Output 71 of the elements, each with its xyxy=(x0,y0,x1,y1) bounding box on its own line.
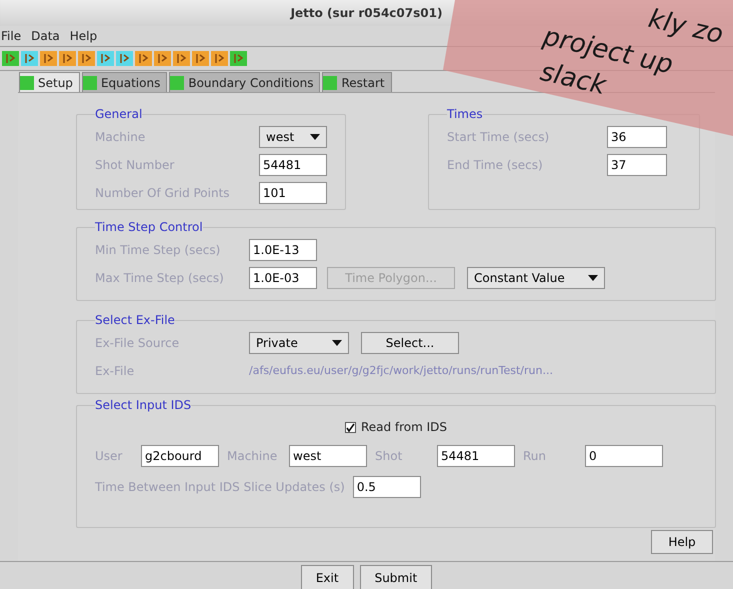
field-label: Shot xyxy=(374,448,404,465)
dropdown[interactable]: west xyxy=(259,126,327,148)
caret-icon xyxy=(588,275,598,281)
field-label: Max Time Step (secs) xyxy=(95,270,225,287)
group-title: Time Step Control xyxy=(95,219,203,236)
tool-icon[interactable] xyxy=(135,51,152,66)
field-label: Run xyxy=(522,448,548,465)
select-button[interactable]: Select... xyxy=(361,332,459,354)
group-title: Select Input IDS xyxy=(95,397,192,414)
checkbox-label: Read from IDS xyxy=(360,419,448,436)
tab-icon xyxy=(82,76,97,90)
field-label: Ex-File Source xyxy=(95,335,180,352)
field-label: Machine xyxy=(226,448,278,465)
tool-icon[interactable] xyxy=(59,51,76,66)
caret-icon xyxy=(310,134,320,140)
group-title: General xyxy=(95,106,142,123)
tool-icon[interactable] xyxy=(154,51,171,66)
text-field[interactable]: g2cbourd xyxy=(141,445,219,467)
text-field[interactable]: 37 xyxy=(607,154,667,176)
text-field[interactable]: 36 xyxy=(607,126,667,148)
text-field[interactable]: 54481 xyxy=(437,445,515,467)
tab-icon xyxy=(170,76,184,90)
help-button[interactable]: Help xyxy=(651,530,713,554)
file-path: /afs/eufus.eu/user/g/g2fjc/work/jetto/runs/runTest/run... xyxy=(249,362,553,379)
menu-item[interactable]: Data xyxy=(31,27,60,45)
tool-icon[interactable] xyxy=(2,51,19,66)
banner-text: kly zo xyxy=(646,6,726,48)
tab-icon xyxy=(20,76,34,90)
group-title: Select Ex-File xyxy=(95,312,175,329)
tool-icon[interactable] xyxy=(173,51,190,66)
tab[interactable]: Boundary Conditions xyxy=(169,72,320,92)
menu-item[interactable]: Help xyxy=(70,27,98,45)
menu-item[interactable]: File xyxy=(1,27,22,45)
field-label: Machine xyxy=(95,129,146,146)
banner-text: slack xyxy=(538,58,608,100)
window-title: Jetto (sur r054c07s01) xyxy=(290,5,442,22)
field-label: Min Time Step (secs) xyxy=(95,242,222,259)
tab[interactable]: Restart xyxy=(322,72,392,92)
tab-icon xyxy=(323,76,338,90)
tool-icon[interactable] xyxy=(116,51,133,66)
dropdown[interactable]: Private xyxy=(249,332,349,354)
field-label: Shot Number xyxy=(95,157,176,174)
group-title: Times xyxy=(447,106,483,123)
field-label: End Time (secs) xyxy=(447,157,544,174)
field-label: Number Of Grid Points xyxy=(95,185,231,202)
tool-icon[interactable] xyxy=(40,51,57,66)
tool-icon[interactable] xyxy=(97,51,114,66)
tool-icon[interactable] xyxy=(78,51,95,66)
tool-icon[interactable] xyxy=(230,51,247,66)
tool-icon[interactable] xyxy=(21,51,38,66)
tool-icon[interactable] xyxy=(211,51,228,66)
check-icon xyxy=(346,422,355,432)
field-label: User xyxy=(95,448,124,465)
text-field[interactable]: 0 xyxy=(585,445,663,467)
text-field[interactable]: west xyxy=(289,445,367,467)
text-field[interactable]: 101 xyxy=(259,182,327,204)
dialog-button[interactable]: Submit xyxy=(360,565,432,589)
tab[interactable]: Setup xyxy=(19,72,80,92)
field-label: Start Time (secs) xyxy=(447,129,550,146)
text-field[interactable]: 0.5 xyxy=(352,476,421,498)
caret-icon xyxy=(332,340,342,346)
tab[interactable]: Equations xyxy=(82,72,168,92)
field-label: Ex-File xyxy=(95,363,136,380)
text-field[interactable]: 1.0E-13 xyxy=(249,239,317,261)
dropdown[interactable]: Constant Value xyxy=(467,267,605,289)
tool-icon[interactable] xyxy=(192,51,209,66)
dialog-button[interactable]: Exit xyxy=(300,565,354,589)
text-field[interactable]: 1.0E-03 xyxy=(249,267,317,289)
field-label: Time Between Input IDS Slice Updates (s) xyxy=(95,479,345,496)
checkbox[interactable] xyxy=(344,422,356,432)
text-field[interactable]: 54481 xyxy=(259,154,327,176)
